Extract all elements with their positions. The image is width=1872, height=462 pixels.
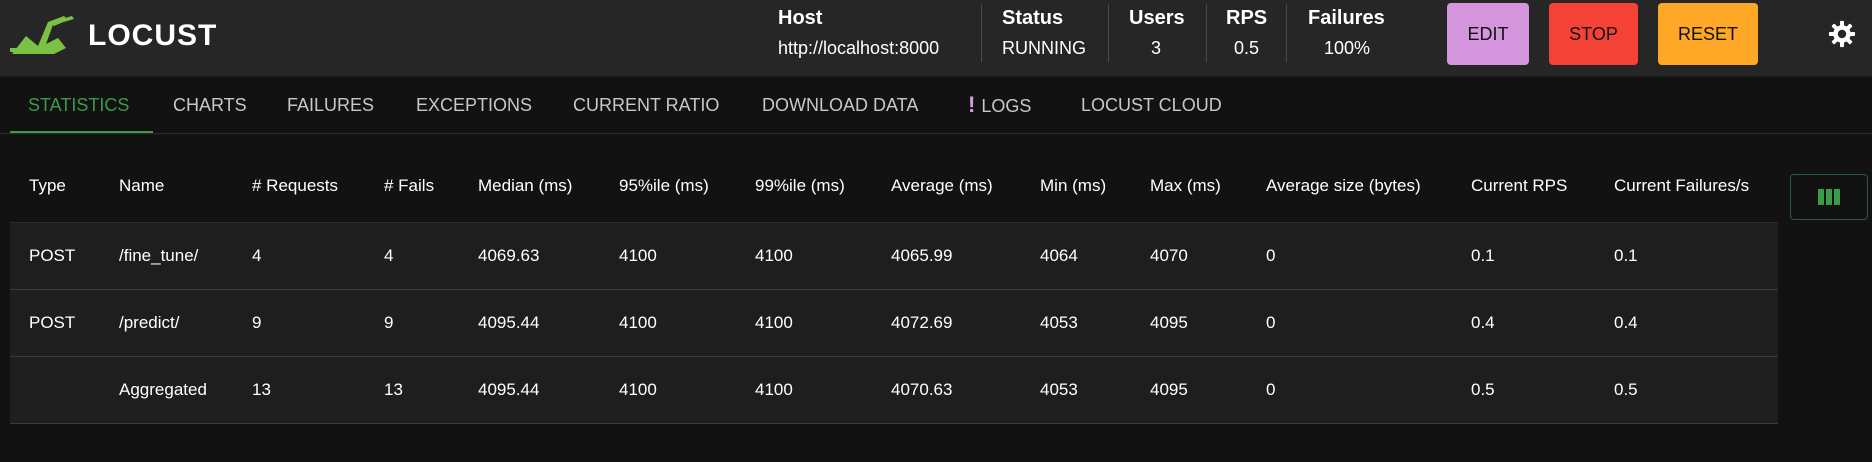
column-header-requests[interactable]: # Requests xyxy=(252,150,338,222)
tab-label: CURRENT RATIO xyxy=(573,95,720,115)
cell-type: POST xyxy=(29,246,76,265)
table-row: POST/fine_tune/4 4 4069.63 4100 4100 4065.99 4… xyxy=(10,223,1778,290)
failures-label: Failures xyxy=(1308,7,1385,29)
tab-download-data[interactable]: DOWNLOAD DATA xyxy=(762,77,918,133)
column-header-fails[interactable]: # Fails xyxy=(384,150,434,222)
cell-median: 4095.44 xyxy=(478,313,540,332)
status-label: Status xyxy=(1002,7,1064,29)
status-value: RUNNING xyxy=(1002,38,1086,58)
column-header-p95[interactable]: 95%ile (ms) xyxy=(619,150,709,222)
cell-min: 4053 xyxy=(1040,313,1078,332)
cell-current-rps: 0.5 xyxy=(1471,380,1495,399)
cell-avg-size: 0 xyxy=(1266,380,1276,399)
cell-fails: 13 xyxy=(384,380,403,399)
cell-p95: 4100 xyxy=(619,246,657,265)
tab-label: DOWNLOAD DATA xyxy=(762,95,919,115)
divider xyxy=(1286,4,1287,62)
cell-name: /fine_tune/ xyxy=(119,246,199,265)
cell-fails: 4 xyxy=(384,246,394,265)
cell-p95: 4100 xyxy=(619,313,657,332)
column-header-name[interactable]: Name xyxy=(119,150,164,222)
cell-max: 4070 xyxy=(1150,246,1188,265)
tab-logs[interactable]: ! LOGS xyxy=(968,77,1031,133)
divider xyxy=(1108,4,1109,62)
failures-value: 100% xyxy=(1324,38,1371,58)
tab-charts[interactable]: CHARTS xyxy=(173,77,247,133)
cell-max: 4095 xyxy=(1150,380,1188,399)
cell-current-failures: 0.5 xyxy=(1614,380,1638,399)
cell-requests: 9 xyxy=(252,313,262,332)
column-header-current-rps[interactable]: Current RPS xyxy=(1471,150,1567,222)
rps-value: 0.5 xyxy=(1234,38,1260,58)
rps-label: RPS xyxy=(1226,7,1268,29)
table-row: POST/predict/9 9 4095.44 4100 4100 4072.69 405… xyxy=(10,290,1778,357)
cell-p99: 4100 xyxy=(755,246,793,265)
stop-button[interactable]: STOP xyxy=(1549,3,1638,65)
app-name: LOCUST xyxy=(88,19,218,52)
top-bar: LOCUST Host http://localhost:8000 Status… xyxy=(0,0,1872,77)
table-row: Aggregated 13 13 4095.44 4100 4100 4070.63 4053… xyxy=(10,357,1778,424)
column-header-type[interactable]: Type xyxy=(29,150,66,222)
cell-name: /predict/ xyxy=(119,313,180,332)
cell-current-failures: 0.4 xyxy=(1614,313,1638,332)
locust-logo-icon xyxy=(10,16,74,54)
tab-label: LOGS xyxy=(981,96,1032,116)
column-header-current-failures[interactable]: Current Failures/s xyxy=(1614,150,1749,222)
warning-icon: ! xyxy=(968,92,976,117)
column-header-average[interactable]: Average (ms) xyxy=(891,150,993,222)
tab-statistics[interactable]: STATISTICS xyxy=(10,77,153,133)
reset-button[interactable]: RESET xyxy=(1658,3,1758,65)
tab-label: LOCUST CLOUD xyxy=(1081,95,1222,115)
divider xyxy=(981,4,982,62)
cell-average: 4072.69 xyxy=(891,313,953,332)
table-header: Type Name # Requests # Fails Median (ms) 95%i… xyxy=(10,150,1778,223)
column-header-p99[interactable]: 99%ile (ms) xyxy=(755,150,845,222)
divider xyxy=(1206,4,1207,62)
cell-current-rps: 0.4 xyxy=(1471,313,1495,332)
users-label: Users xyxy=(1129,7,1185,29)
cell-average: 4070.63 xyxy=(891,380,953,399)
cell-requests: 13 xyxy=(252,380,271,399)
cell-p95: 4100 xyxy=(619,380,657,399)
column-header-median[interactable]: Median (ms) xyxy=(478,150,572,222)
stats-table: Type Name # Requests # Fails Median (ms) 95%i… xyxy=(10,150,1778,424)
cell-min: 4053 xyxy=(1040,380,1078,399)
cell-fails: 9 xyxy=(384,313,394,332)
cell-average: 4065.99 xyxy=(891,246,953,265)
tab-label: FAILURES xyxy=(287,95,375,115)
tab-bar: STATISTICS CHARTS FAILURES EXCEPTIONS CU… xyxy=(0,77,1872,134)
tab-failures[interactable]: FAILURES xyxy=(287,77,374,133)
cell-max: 4095 xyxy=(1150,313,1188,332)
column-header-min[interactable]: Min (ms) xyxy=(1040,150,1106,222)
gear-icon[interactable] xyxy=(1828,20,1856,48)
columns-icon xyxy=(1818,189,1840,205)
tab-locust-cloud[interactable]: LOCUST CLOUD xyxy=(1081,77,1222,133)
host-value: http://localhost:8000 xyxy=(778,38,940,58)
column-header-max[interactable]: Max (ms) xyxy=(1150,150,1221,222)
tab-label: CHARTS xyxy=(173,95,247,115)
cell-type: POST xyxy=(29,313,76,332)
users-value: 3 xyxy=(1151,38,1162,58)
column-selector-button[interactable] xyxy=(1790,174,1868,220)
cell-current-failures: 0.1 xyxy=(1614,246,1638,265)
tab-label: STATISTICS xyxy=(28,95,130,115)
cell-requests: 4 xyxy=(252,246,262,265)
column-header-avg-size[interactable]: Average size (bytes) xyxy=(1266,150,1421,222)
cell-avg-size: 0 xyxy=(1266,246,1276,265)
cell-current-rps: 0.1 xyxy=(1471,246,1495,265)
cell-median: 4095.44 xyxy=(478,380,540,399)
cell-avg-size: 0 xyxy=(1266,313,1276,332)
cell-p99: 4100 xyxy=(755,380,793,399)
cell-median: 4069.63 xyxy=(478,246,540,265)
edit-button[interactable]: EDIT xyxy=(1447,3,1529,65)
cell-name: Aggregated xyxy=(119,380,207,399)
cell-p99: 4100 xyxy=(755,313,793,332)
cell-min: 4064 xyxy=(1040,246,1078,265)
logo: LOCUST xyxy=(8,14,217,58)
host-label: Host xyxy=(778,7,823,29)
tab-label: EXCEPTIONS xyxy=(416,95,533,115)
tab-exceptions[interactable]: EXCEPTIONS xyxy=(416,77,532,133)
tab-current-ratio[interactable]: CURRENT RATIO xyxy=(573,77,719,133)
